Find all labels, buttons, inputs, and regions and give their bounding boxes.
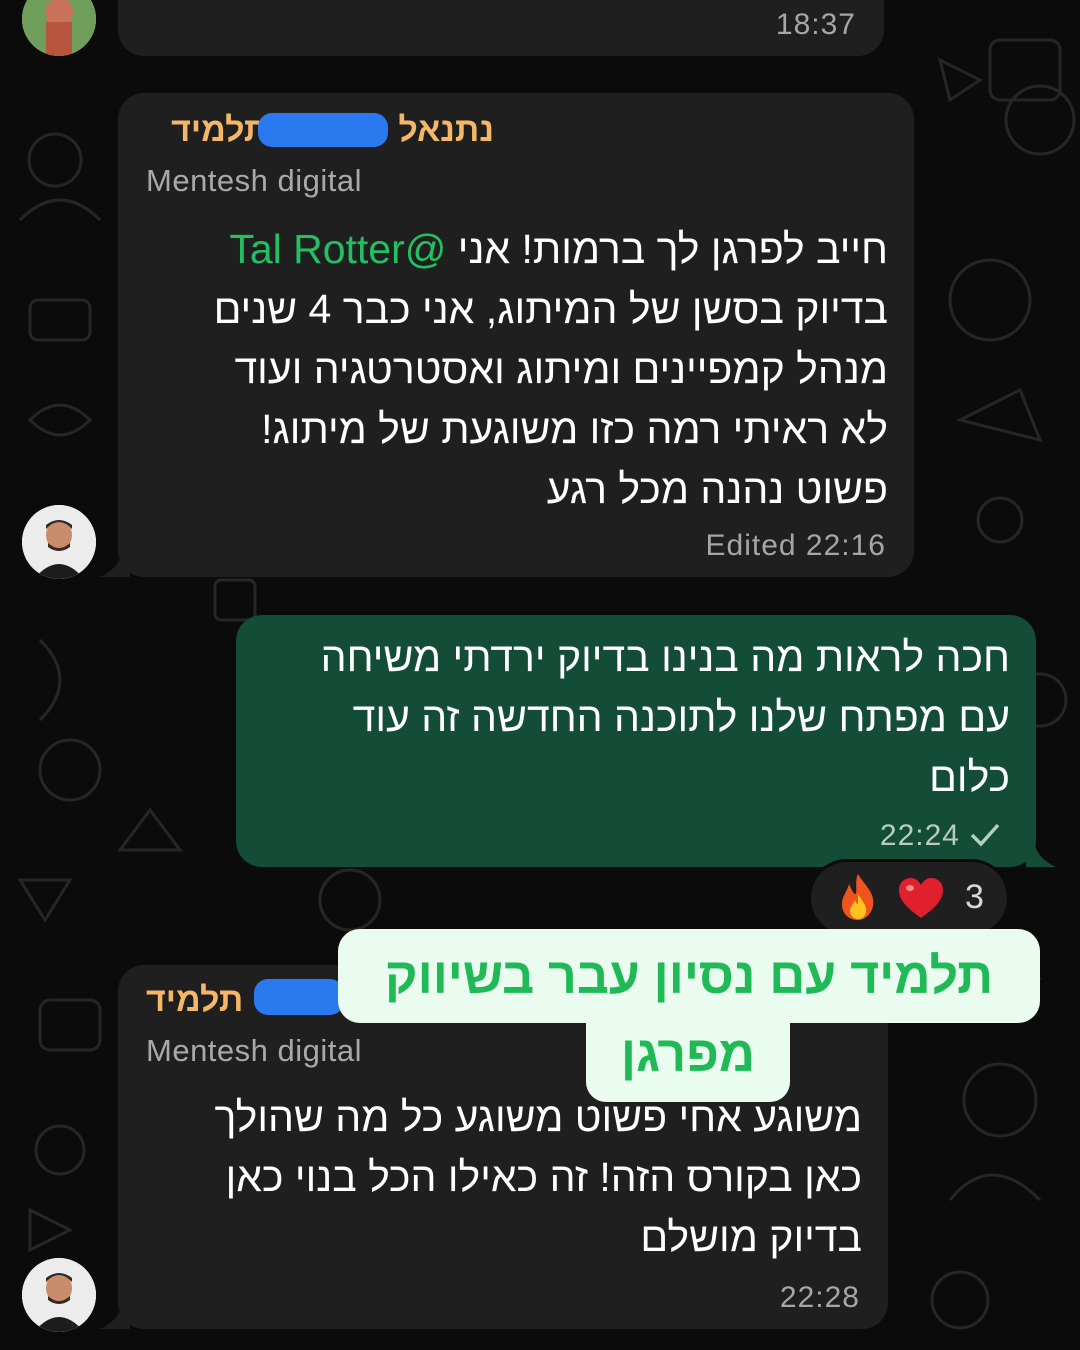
message-text: חכה לראות מה בנינו בדיוק ירדתי משיחה עם …: [321, 627, 1010, 807]
redacted-name-blur: [254, 979, 344, 1015]
check-icon: [970, 823, 1000, 847]
message-line: פשוט נהנה מכל רגע: [546, 466, 888, 512]
callout-text-2: מפרגן: [620, 1026, 756, 1082]
message-time: 22:16: [805, 529, 886, 562]
heart-icon: [899, 878, 943, 918]
mention-link[interactable]: @Tal Rotter: [229, 226, 446, 272]
fire-icon: [842, 874, 874, 920]
bubble-tail: [1026, 843, 1056, 867]
message-line: בדיוק בסשן של המיתוג, אני כבר 4 שנים: [213, 286, 888, 332]
message-text: חייב לפרגן לך ברמות! אני @Tal Rotter בדי…: [214, 219, 888, 519]
message-bubble-1[interactable]: נתנאל תלמיד Mentesh digital חייב לפרגן לך…: [118, 93, 914, 577]
message-text: משוגע אחי פשוט משוגע כל מה שהולך כאן בקו…: [215, 1087, 862, 1267]
message-bubble-top[interactable]: 18:37: [118, 0, 884, 56]
message-line: בדיוק מושלם: [640, 1214, 862, 1260]
sender-name[interactable]: תלמיד: [146, 981, 243, 1020]
reactions-pill[interactable]: 3: [808, 859, 1010, 937]
reaction-count: 3: [965, 878, 984, 916]
bubble-tail: [100, 553, 130, 577]
message-line: כאן בקורס הזה! זה כאילו הכל בנוי כאן: [225, 1154, 862, 1200]
redacted-name-blur: [258, 113, 388, 147]
callout-text-1: תלמיד עם נסיון עבר בשיווק: [384, 948, 994, 1004]
bubble-tail: [100, 1305, 130, 1329]
message-line: חכה לראות מה בנינו בדיוק ירדתי משיחה: [320, 634, 1010, 680]
sender-tag: תלמיד: [171, 111, 269, 149]
message-line: כלום: [929, 754, 1010, 800]
avatar-sender-3[interactable]: [22, 1258, 96, 1332]
callout-line-2: מפרגן: [586, 1012, 790, 1102]
message-line: מנהל קמפיינים ומיתוג ואסטרטגיה ועוד: [234, 346, 888, 392]
message-line: חייב לפרגן לך ברמות! אני: [457, 226, 888, 272]
message-time: 22:24: [879, 819, 960, 852]
edited-label: Edited: [705, 529, 797, 562]
avatar-sender-1[interactable]: [22, 505, 96, 579]
sender-subtitle: Mentesh digital: [146, 1033, 363, 1068]
avatar-top[interactable]: [22, 0, 96, 56]
message-bubble-2[interactable]: חכה לראות מה בנינו בדיוק ירדתי משיחה עם …: [236, 615, 1036, 867]
sender-subtitle: Mentesh digital: [146, 163, 363, 198]
sender-tag: תלמיד: [146, 981, 244, 1019]
message-time: 22:28: [779, 1281, 860, 1314]
message-time: 18:37: [775, 8, 856, 41]
message-line: לא ראיתי רמה כזו משוגעת של מיתוג!: [261, 406, 888, 452]
sender-first-name: נתנאל: [398, 111, 494, 149]
message-line: עם מפתח שלנו לתוכנה החדשה זה עוד: [352, 694, 1010, 740]
callout-line-1: תלמיד עם נסיון עבר בשיווק: [338, 929, 1040, 1023]
edited-time: Edited 22:16: [706, 529, 887, 563]
